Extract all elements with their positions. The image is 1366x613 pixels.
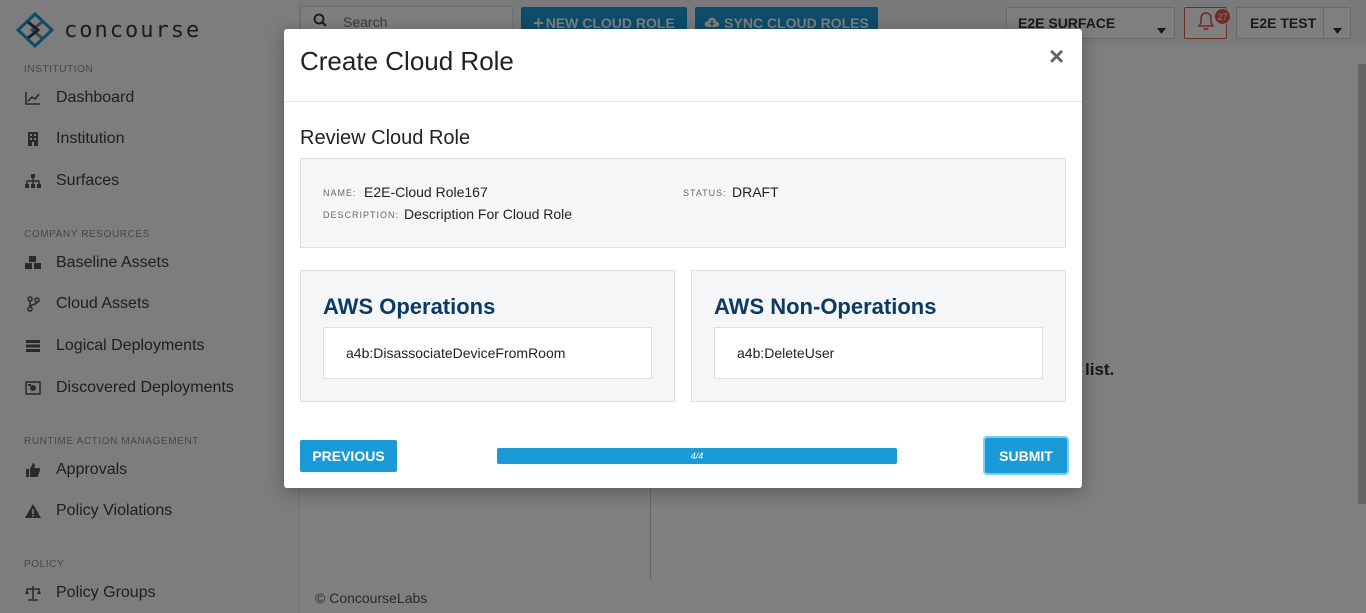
description-label: DESCRIPTION:	[323, 210, 400, 220]
close-icon[interactable]: ×	[1049, 43, 1064, 69]
aws-operations-item: a4b:DisassociateDeviceFromRoom	[323, 327, 652, 379]
review-section-title: Review Cloud Role	[300, 127, 471, 149]
description-value: Description For Cloud Role	[404, 206, 573, 222]
status-value: DRAFT	[732, 184, 779, 200]
modal-title: Create Cloud Role	[300, 46, 514, 76]
review-summary-card: NAME: E2E-Cloud Role167 STATUS: DRAFT DE…	[300, 158, 1066, 248]
name-value: E2E-Cloud Role167	[364, 184, 488, 200]
aws-non-operations-title: AWS Non-Operations	[714, 294, 937, 319]
create-cloud-role-modal: Create Cloud Role × Review Cloud Role NA…	[284, 29, 1082, 488]
aws-operations-title: AWS Operations	[323, 294, 496, 319]
modal-header: Create Cloud Role ×	[284, 29, 1082, 102]
progress-text: 4/4	[690, 451, 704, 461]
aws-operations-card: AWS Operations a4b:DisassociateDeviceFro…	[300, 270, 675, 402]
submit-button[interactable]: SUBMIT	[983, 436, 1069, 475]
status-label: STATUS:	[683, 188, 727, 198]
progress-fill: 4/4	[497, 448, 897, 464]
previous-button[interactable]: PREVIOUS	[300, 440, 397, 472]
aws-non-operations-item: a4b:DeleteUser	[714, 327, 1043, 379]
wizard-progress-bar: 4/4	[497, 448, 897, 464]
name-label: NAME:	[323, 188, 357, 198]
aws-non-operations-card: AWS Non-Operations a4b:DeleteUser	[691, 270, 1066, 402]
